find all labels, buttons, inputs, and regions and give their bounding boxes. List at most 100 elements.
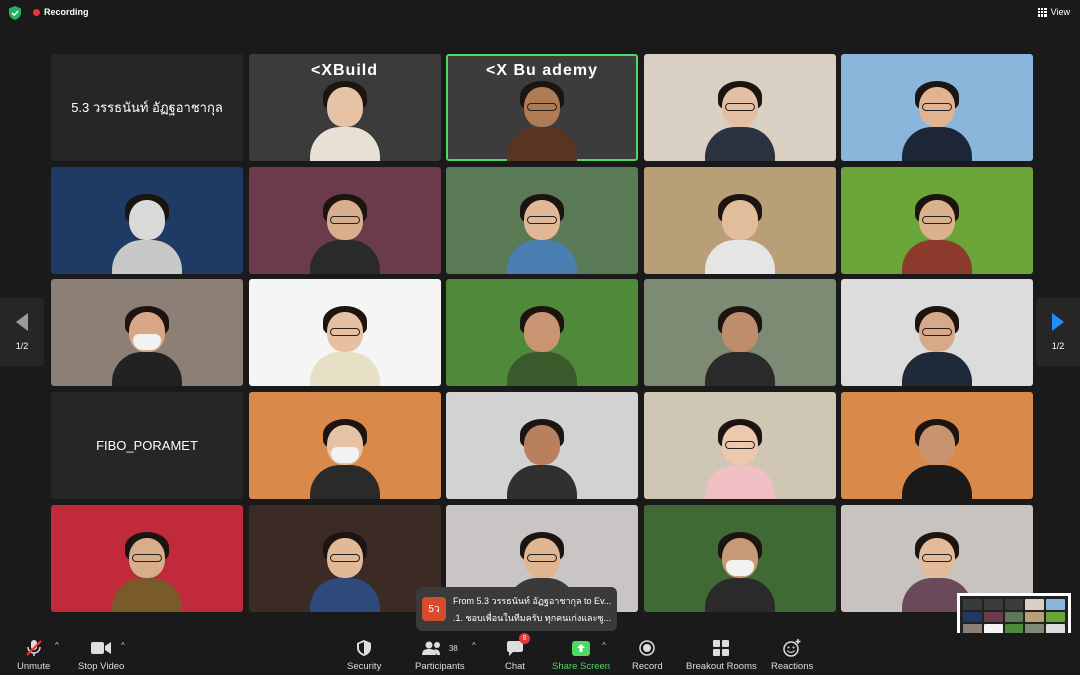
view-button[interactable]: View [1037,7,1070,17]
grid-view-icon [1037,7,1047,17]
share-screen-label: Share Screen [552,661,611,672]
thumbnail-cell [1046,611,1065,623]
chat-button[interactable]: 8 Chat [505,633,531,672]
breakout-rooms-label: Breakout Rooms [686,661,757,672]
participant-tile[interactable] [248,166,441,274]
arrow-left-icon [16,313,28,331]
participant-tile[interactable]: <X Bu ademy [446,54,638,161]
participant-video-figure [704,186,775,274]
thumbnail-cell [983,611,1003,623]
participant-tile[interactable] [248,504,441,612]
participant-tile[interactable] [643,166,836,274]
participant-tile[interactable] [446,392,638,500]
security-button[interactable]: Security [347,639,381,672]
page-indicator-left: 1/2 [15,341,29,351]
security-shield-toolbar-icon [357,640,372,656]
breakout-rooms-button[interactable]: Breakout Rooms [686,639,757,672]
participant-video-figure [704,298,775,387]
breakout-rooms-icon [713,640,730,656]
participant-tile[interactable]: 5.3 วรรธนันท์ อัฏฐอาชากุล [51,54,243,161]
page-indicator-right: 1/2 [1051,341,1065,351]
participant-video-figure [507,411,577,500]
participant-video-figure [309,411,380,500]
stop-video-button[interactable]: Stop Video [78,639,124,672]
microphone-muted-icon [25,640,42,656]
participant-tile[interactable] [446,279,638,387]
participant-tile[interactable] [841,166,1033,274]
thumbnail-cell [963,599,982,610]
participant-name: 5.3 วรรธนันท์ อัฏฐอาชากุล [71,100,223,115]
participant-tile[interactable]: FIBO_PORAMET [51,392,243,500]
participant-tile[interactable] [51,504,243,612]
participants-options-caret-icon[interactable]: ^ [472,641,476,650]
recording-label: Recording [44,7,89,17]
thumbnail-cell [1025,611,1045,623]
security-shield-icon[interactable] [9,6,21,20]
share-screen-icon [572,640,591,656]
unmute-button[interactable]: Unmute [17,639,50,672]
participant-tile[interactable] [446,166,638,274]
participant-video-figure [704,73,775,161]
record-label: Record [632,661,663,672]
participant-video-figure [704,524,775,612]
unmute-label: Unmute [17,661,51,672]
security-label: Security [347,661,382,672]
meeting-toolbar: Unmute ^ Stop Video ^ Security 38 Partic… [0,633,1080,675]
chat-label: Chat [505,661,526,672]
participant-tile[interactable]: <XBuild [248,54,441,161]
participant-tile[interactable] [248,279,441,387]
participant-video-figure [309,524,380,612]
stop-video-label: Stop Video [78,661,125,672]
participant-video-figure [902,73,972,161]
participant-video-figure [112,186,182,274]
participant-video-figure [309,186,380,274]
chat-sender-line: From 5.3 วรรธนันท์ อัฏฐอาชากุล to Ev... [453,596,612,606]
record-button[interactable]: Record [632,639,663,672]
thumbnail-cell [1004,611,1024,623]
participant-tile[interactable] [841,54,1033,161]
participants-count: 38 [448,643,458,653]
share-options-caret-icon[interactable]: ^ [602,641,606,650]
participant-tile[interactable] [841,279,1033,387]
chat-sender-avatar: 5ว [422,597,446,621]
participant-tile[interactable] [51,279,243,387]
chat-unread-badge: 8 [519,633,531,644]
thumbnail-cell [1004,599,1024,610]
participant-video-figure [902,298,972,387]
view-label: View [1050,7,1070,17]
thumbnail-cell [963,611,982,623]
reactions-label: Reactions [771,661,814,672]
video-camera-icon [91,642,112,654]
participant-video-figure [902,186,972,274]
participant-tile[interactable] [51,166,243,274]
participant-video-figure [507,186,577,274]
participant-video-figure [507,73,577,161]
participant-video-figure [704,411,775,500]
participant-video-figure [309,73,380,161]
participants-button[interactable]: 38 Participants [415,639,465,672]
participant-tile[interactable] [643,54,836,161]
next-page-button[interactable]: 1/2 [1036,298,1080,366]
chat-notification-popup[interactable]: 5ว From 5.3 วรรธนันท์ อัฏฐอาชากุล to Ev.… [416,587,617,631]
recording-dot-icon [33,8,40,16]
chat-message-preview: .1. ชอบเพื่อนในทีมครับ ทุกคนเก่งและซู... [453,613,612,623]
top-bar: Recording View [0,0,1080,26]
participants-label: Participants [415,661,465,672]
reactions-smiley-icon [783,639,801,657]
previous-page-button[interactable]: 1/2 [0,298,44,366]
participant-tile[interactable] [643,392,836,500]
participant-name: FIBO_PORAMET [96,438,198,454]
arrow-right-icon [1052,313,1064,331]
thumbnail-cell [983,599,1003,610]
reactions-button[interactable]: Reactions [771,639,813,672]
recording-indicator[interactable]: Recording [33,7,89,17]
participant-tile[interactable] [643,279,836,387]
participant-tile[interactable] [248,392,441,500]
participants-icon [421,641,440,655]
participant-video-figure [309,298,380,387]
participant-tile[interactable] [841,392,1033,500]
audio-options-caret-icon[interactable]: ^ [55,641,59,650]
participant-video-figure [112,524,182,612]
video-options-caret-icon[interactable]: ^ [121,641,125,650]
participant-tile[interactable] [643,504,836,612]
